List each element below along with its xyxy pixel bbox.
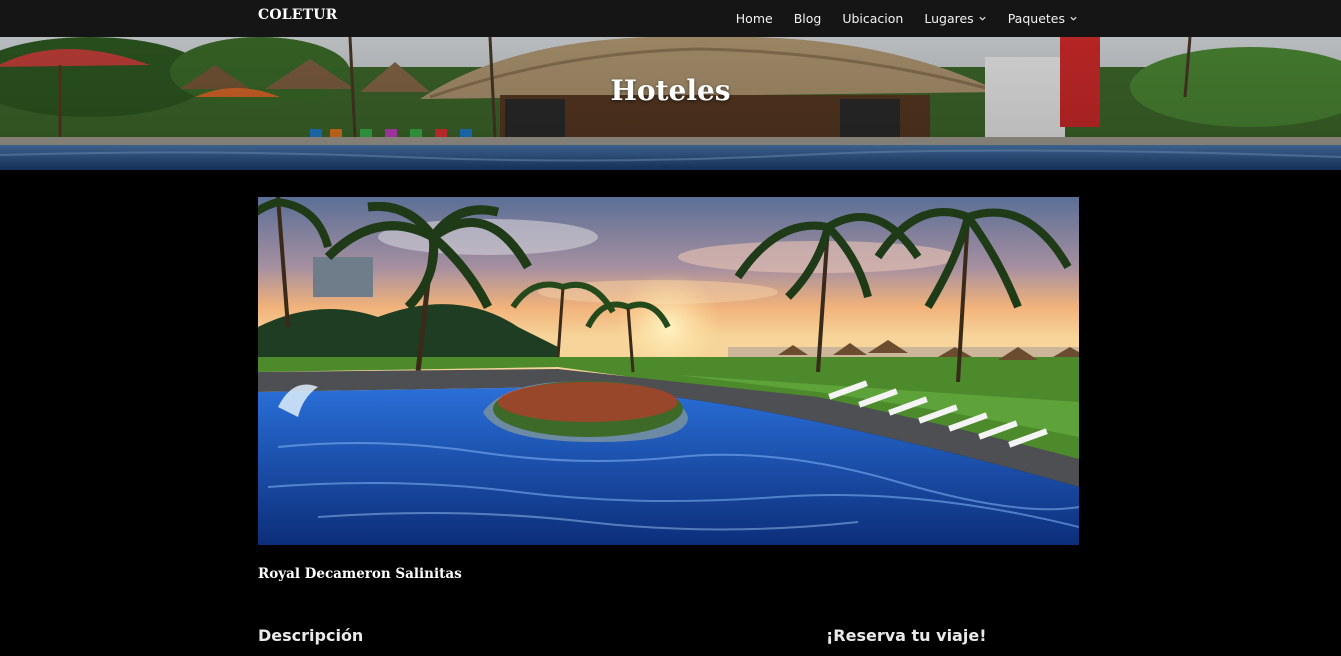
nav-dropdown-lugares[interactable]: Lugares — [924, 11, 986, 26]
hero-banner: Hoteles — [0, 37, 1341, 170]
nav-item-lugares: Lugares — [924, 11, 986, 26]
chevron-down-icon — [1070, 16, 1077, 21]
chevron-down-icon — [979, 16, 986, 21]
hotel-feature-image — [258, 197, 1079, 545]
nav-link-label: Blog — [793, 11, 822, 26]
top-navbar: COLETUR Home Blog Ubicacion Lugares Paqu… — [0, 0, 1341, 37]
nav-link-label: Home — [735, 11, 773, 26]
description-heading: Descripción — [258, 626, 364, 645]
nav-item-ubicacion: Ubicacion — [842, 11, 903, 26]
nav-link-label: Paquetes — [1007, 11, 1065, 26]
nav-menu: Home Blog Ubicacion Lugares Paquetes — [736, 0, 1078, 37]
page-title: Hoteles — [610, 74, 731, 107]
nav-link-label: Lugares — [924, 11, 974, 26]
nav-link-ubicacion[interactable]: Ubicacion — [842, 11, 903, 26]
nav-link-blog[interactable]: Blog — [794, 11, 822, 26]
nav-link-home[interactable]: Home — [736, 11, 773, 26]
reserve-heading: ¡Reserva tu viaje! — [826, 626, 987, 645]
brand-logo-link[interactable]: COLETUR — [258, 7, 338, 23]
nav-link-label: Ubicacion — [842, 11, 904, 26]
nav-dropdown-paquetes[interactable]: Paquetes — [1008, 11, 1078, 26]
nav-item-paquetes: Paquetes — [1008, 11, 1078, 26]
nav-item-home: Home — [736, 11, 773, 26]
hotel-name: Royal Decameron Salinitas — [258, 566, 462, 582]
nav-item-blog: Blog — [794, 11, 822, 26]
sunset-pool-palms-image — [258, 197, 1079, 545]
